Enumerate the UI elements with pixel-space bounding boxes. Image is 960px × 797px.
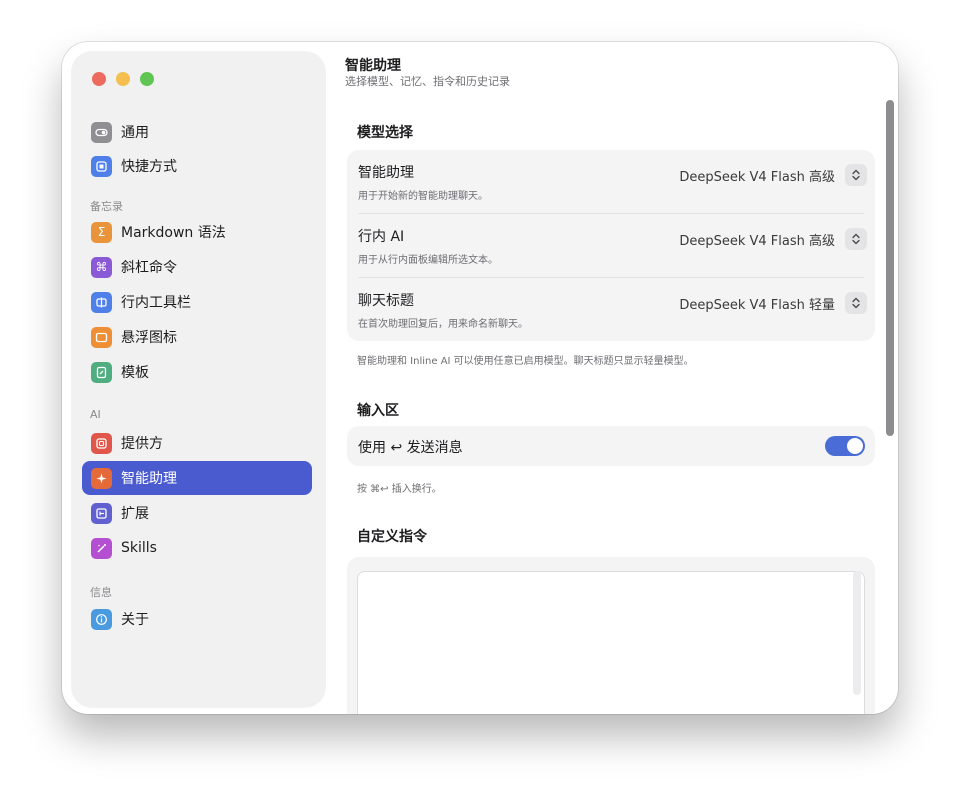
sidebar-item-label: 关于	[121, 612, 149, 628]
section-title-input: 输入区	[357, 403, 399, 419]
sidebar-item-label: 智能助理	[121, 471, 177, 487]
sidebar-item-skills[interactable]: Skills	[82, 531, 312, 565]
section-title-model: 模型选择	[357, 125, 413, 141]
sidebar-item-about[interactable]: 关于	[82, 602, 312, 636]
section-title-custom-instructions: 自定义指令	[357, 529, 427, 545]
custom-instructions-card	[347, 557, 875, 714]
chevron-up-down-icon[interactable]	[845, 164, 867, 186]
provider-icon	[91, 432, 112, 454]
minimize-window-button[interactable]	[116, 72, 130, 86]
model-row-assistant: 智能助理 用于开始新的智能助理聊天。 DeepSeek V4 Flash 高级	[347, 150, 875, 213]
row-title: 智能助理	[358, 165, 414, 181]
sidebar-item-inline-toolbar[interactable]: 行内工具栏	[82, 285, 312, 319]
sidebar-item-extensions[interactable]: 扩展	[82, 496, 312, 530]
sidebar-item-smart-assistant[interactable]: 智能助理	[82, 461, 312, 495]
section-header-info: 信息	[90, 586, 112, 599]
row-title: 聊天标题	[358, 293, 414, 309]
send-with-return-label: 使用 ↩ 发送消息	[358, 440, 463, 456]
sidebar-item-label: 悬浮图标	[121, 330, 177, 346]
info-icon	[91, 608, 112, 630]
section-header-memo: 备忘录	[90, 200, 123, 213]
close-window-button[interactable]	[92, 72, 106, 86]
template-icon	[91, 361, 112, 383]
sidebar-item-label: 行内工具栏	[121, 295, 191, 311]
toolbar-icon	[91, 291, 112, 313]
section-header-ai: AI	[90, 408, 101, 421]
extension-icon	[91, 502, 112, 524]
sidebar-item-templates[interactable]: 模板	[82, 355, 312, 389]
content-scrollbar[interactable]	[886, 100, 894, 436]
chevron-up-down-icon[interactable]	[845, 292, 867, 314]
sidebar-item-label: 提供方	[121, 436, 163, 452]
sidebar-item-label: 通用	[121, 125, 149, 141]
model-row-inline-ai: 行内 AI 用于从行内面板编辑所选文本。 DeepSeek V4 Flash 高…	[347, 214, 875, 277]
sigma-icon: Σ	[91, 221, 112, 243]
model-select-chat-title[interactable]: DeepSeek V4 Flash 轻量	[679, 292, 867, 314]
keyboard-icon	[91, 155, 112, 177]
row-description: 用于从行内面板编辑所选文本。	[358, 255, 498, 266]
model-select-inline-ai[interactable]: DeepSeek V4 Flash 高级	[679, 228, 867, 250]
command-icon: ⌘	[91, 256, 112, 278]
window-icon	[91, 326, 112, 348]
page-subtitle: 选择模型、记忆、指令和历史记录	[345, 75, 510, 88]
sidebar-item-floating-icon[interactable]: 悬浮图标	[82, 320, 312, 354]
send-with-return-toggle[interactable]	[825, 436, 865, 456]
sidebar-item-label: 快捷方式	[121, 159, 177, 175]
toggle-icon	[91, 121, 112, 143]
select-value: DeepSeek V4 Flash 轻量	[679, 297, 835, 313]
sidebar-item-slash-commands[interactable]: ⌘ 斜杠命令	[82, 250, 312, 284]
sidebar-item-markdown[interactable]: Σ Markdown 语法	[82, 215, 312, 249]
magic-wand-icon	[91, 537, 112, 559]
model-row-chat-title: 聊天标题 在首次助理回复后，用来命名新聊天。 DeepSeek V4 Flash…	[347, 278, 875, 341]
model-select-assistant[interactable]: DeepSeek V4 Flash 高级	[679, 164, 867, 186]
select-value: DeepSeek V4 Flash 高级	[679, 233, 835, 249]
chevron-up-down-icon[interactable]	[845, 228, 867, 250]
input-note: 按 ⌘↩ 插入换行。	[357, 484, 442, 495]
custom-instructions-textarea[interactable]	[357, 571, 865, 714]
row-description: 用于开始新的智能助理聊天。	[358, 191, 488, 202]
sidebar-item-label: 扩展	[121, 506, 149, 522]
settings-window: 通用 快捷方式 备忘录 Σ Markdown 语法 ⌘ 斜杠命令 行内工具栏 悬…	[62, 42, 898, 714]
select-value: DeepSeek V4 Flash 高级	[679, 169, 835, 185]
sidebar-item-label: 斜杠命令	[121, 260, 177, 276]
model-selection-card: 智能助理 用于开始新的智能助理聊天。 DeepSeek V4 Flash 高级 …	[347, 150, 875, 341]
model-note: 智能助理和 Inline AI 可以使用任意已启用模型。聊天标题只显示轻量模型。	[357, 356, 694, 367]
sparkle-icon	[91, 467, 112, 489]
sidebar-item-label: Skills	[121, 540, 157, 556]
main-content: 智能助理 选择模型、记忆、指令和历史记录 模型选择 智能助理 用于开始新的智能助…	[345, 42, 898, 714]
row-description: 在首次助理回复后，用来命名新聊天。	[358, 319, 528, 330]
sidebar-item-label: 模板	[121, 365, 149, 381]
sidebar-item-label: Markdown 语法	[121, 225, 226, 241]
input-settings-card: 使用 ↩ 发送消息	[347, 426, 875, 466]
page-title: 智能助理	[345, 58, 401, 74]
row-title: 行内 AI	[358, 229, 405, 245]
sidebar-item-shortcuts[interactable]: 快捷方式	[82, 149, 312, 183]
toggle-knob	[847, 438, 863, 454]
zoom-window-button[interactable]	[140, 72, 154, 86]
textarea-scrollbar[interactable]	[853, 571, 861, 695]
traffic-lights	[92, 72, 154, 86]
sidebar-item-providers[interactable]: 提供方	[82, 426, 312, 460]
sidebar-item-general[interactable]: 通用	[82, 115, 312, 149]
sidebar: 通用 快捷方式 备忘录 Σ Markdown 语法 ⌘ 斜杠命令 行内工具栏 悬…	[72, 52, 325, 707]
